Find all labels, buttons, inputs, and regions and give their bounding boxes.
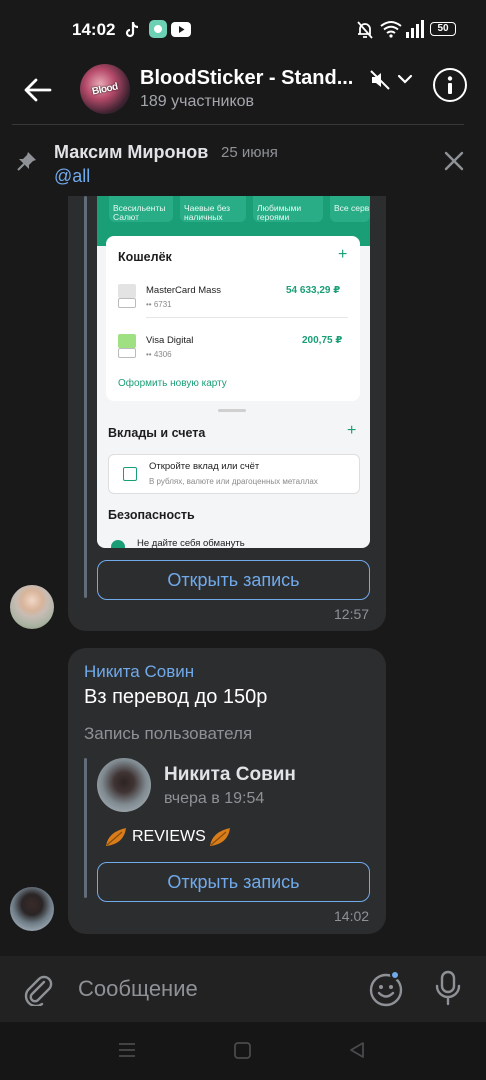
bank-tile: Любимыми героями bbox=[253, 196, 323, 222]
chat-avatar[interactable]: Blood bbox=[80, 64, 130, 114]
message-text: Вз перевод до 150р bbox=[84, 686, 268, 708]
card-number: •• 6731 bbox=[146, 300, 172, 309]
chat-members-count: 189 участников bbox=[140, 93, 255, 110]
leaf-icon bbox=[209, 828, 230, 846]
message-input[interactable]: Сообщение bbox=[78, 976, 198, 1002]
youtube-icon bbox=[171, 22, 191, 37]
mute-icon[interactable] bbox=[368, 68, 392, 92]
chat-avatar-text: Blood bbox=[91, 80, 119, 98]
repost-label: Запись пользователя bbox=[84, 724, 253, 743]
repost-date: вчера в 19:54 bbox=[164, 790, 265, 807]
deposit-icon bbox=[123, 467, 137, 481]
pin-icon bbox=[17, 152, 36, 171]
pinned-message[interactable]: Максим Миронов 25 июня @all bbox=[0, 130, 486, 192]
deposits-title: Вклады и счета bbox=[108, 426, 206, 440]
repost-author[interactable]: Никита Совин bbox=[164, 764, 296, 786]
repost-text-label: REVIEWS bbox=[132, 828, 206, 845]
scroll-dots bbox=[218, 409, 246, 412]
app-icon bbox=[149, 20, 167, 38]
deposit-text: Откройте вклад или счёт bbox=[149, 461, 260, 472]
mastercard-icon bbox=[118, 284, 136, 298]
message-time: 14:02 bbox=[334, 908, 370, 924]
composer: Сообщение bbox=[0, 956, 486, 1022]
avatar[interactable] bbox=[10, 585, 54, 629]
attach-icon[interactable] bbox=[22, 972, 54, 1006]
repost-line bbox=[84, 758, 87, 898]
open-post-button[interactable]: Открыть запись bbox=[97, 862, 370, 902]
security-title: Безопасность bbox=[108, 508, 195, 522]
wifi-icon bbox=[380, 21, 402, 38]
battery-indicator: 50 bbox=[430, 22, 456, 36]
signal-icon bbox=[406, 20, 424, 38]
wallet-title: Кошелёк bbox=[118, 250, 172, 264]
security-icon bbox=[111, 540, 125, 548]
notification-dot bbox=[390, 970, 400, 980]
security-text: Не дайте себя обмануть bbox=[137, 538, 245, 548]
repost-image[interactable]: Всесильенты Салют Чаевые без наличных Лю… bbox=[97, 196, 370, 548]
new-card-link: Оформить новую карту bbox=[118, 378, 227, 389]
status-time: 14:02 bbox=[72, 20, 116, 39]
pinned-author: Максим Миронов bbox=[54, 142, 209, 162]
system-nav-bar bbox=[0, 1022, 486, 1080]
card-name: MasterCard Mass bbox=[146, 285, 221, 296]
bank-tile: Всесильенты Салют bbox=[109, 196, 173, 222]
deposit-box: Откройте вклад или счёт В рублях, валюте… bbox=[108, 454, 360, 494]
plus-icon: + bbox=[347, 422, 357, 439]
back-icon[interactable] bbox=[348, 1041, 366, 1059]
visa-icon bbox=[118, 334, 136, 348]
card-divider bbox=[146, 317, 348, 318]
card-name: Visa Digital bbox=[146, 335, 194, 346]
pinned-text[interactable]: @all bbox=[54, 166, 90, 187]
avatar[interactable] bbox=[97, 758, 151, 812]
leaf-icon bbox=[106, 828, 126, 846]
pay-icon bbox=[118, 298, 136, 308]
wallet-card: Кошелёк + MasterCard Mass •• 6731 54 633… bbox=[106, 236, 360, 401]
card-amount: 54 633,29 ₽ bbox=[286, 285, 341, 296]
home-icon[interactable] bbox=[234, 1042, 251, 1059]
plus-icon: + bbox=[338, 246, 348, 263]
pay-icon bbox=[118, 348, 136, 358]
info-icon[interactable] bbox=[433, 68, 467, 102]
chat-title[interactable]: BloodSticker - Stand... bbox=[140, 67, 360, 90]
open-post-button[interactable]: Открыть запись bbox=[97, 560, 370, 600]
bell-off-icon bbox=[357, 21, 373, 39]
back-arrow-icon[interactable] bbox=[22, 74, 54, 106]
avatar[interactable] bbox=[10, 887, 54, 931]
message-sender[interactable]: Никита Совин bbox=[84, 662, 194, 682]
mic-icon[interactable] bbox=[432, 970, 464, 1006]
message-bubble: Никита Совин Вз перевод до 150р Запись п… bbox=[68, 648, 386, 934]
deposit-subtext: В рублях, валюте или драгоценных металла… bbox=[149, 477, 318, 486]
bank-tile: Чаевые без наличных bbox=[180, 196, 246, 222]
card-amount: 200,75 ₽ bbox=[302, 335, 343, 346]
message-time: 12:57 bbox=[334, 606, 370, 622]
chat-header: Blood BloodSticker - Stand... 189 участн… bbox=[0, 60, 486, 124]
tiktok-icon bbox=[125, 21, 139, 38]
bank-tile: Все серв bbox=[330, 196, 370, 222]
status-bar: 14:02 50 bbox=[0, 0, 486, 60]
repost-line bbox=[84, 196, 87, 598]
header-divider bbox=[12, 124, 464, 125]
card-number: •• 4306 bbox=[146, 350, 172, 359]
chevron-down-icon[interactable] bbox=[396, 70, 414, 88]
pinned-date: 25 июня bbox=[221, 144, 278, 161]
menu-icon[interactable] bbox=[118, 1042, 136, 1058]
repost-text: REVIEWS bbox=[104, 826, 234, 848]
message-list[interactable]: Всесильенты Салют Чаевые без наличных Лю… bbox=[0, 196, 486, 956]
close-icon[interactable] bbox=[443, 150, 465, 172]
